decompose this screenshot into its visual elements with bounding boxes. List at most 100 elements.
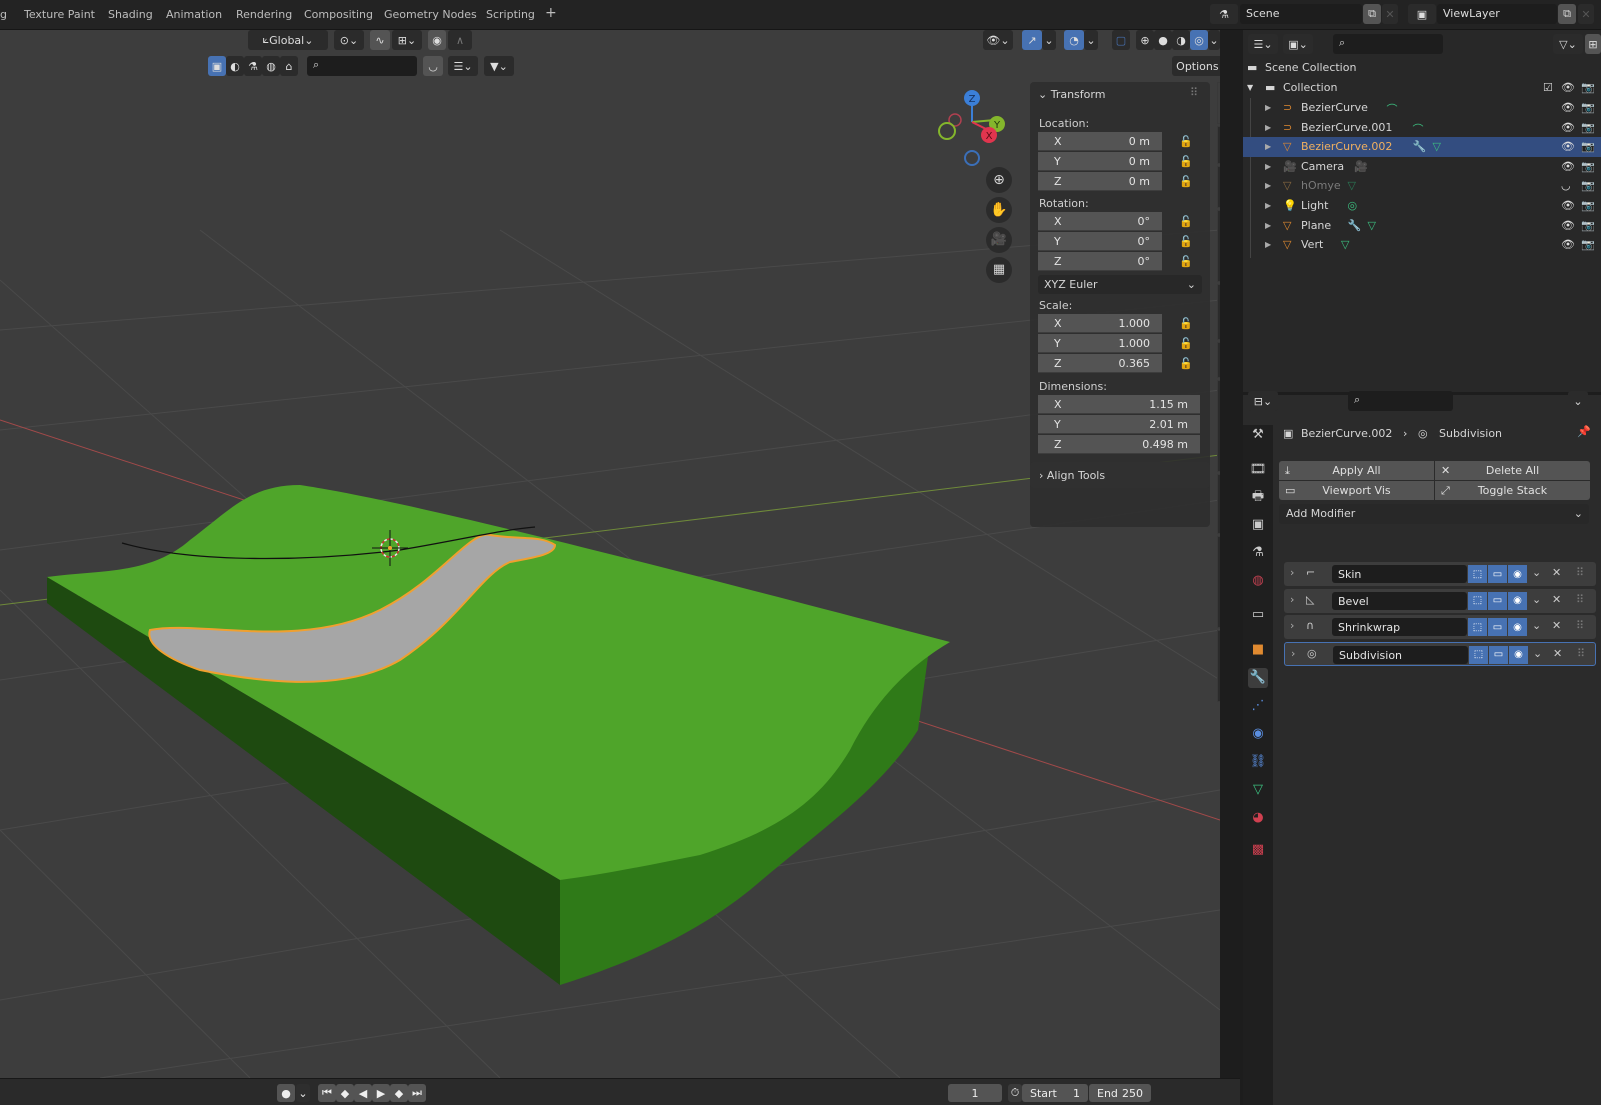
stopwatch-icon[interactable]: ⏱ [1008, 1084, 1022, 1102]
view-layer-filter-dropdown[interactable]: ▣⌄ [1283, 34, 1313, 54]
remove-modifier-button[interactable]: ✕ [1552, 566, 1561, 579]
jump-to-end-button[interactable]: ⏭ [408, 1084, 426, 1102]
constraints-properties-tab[interactable]: ⛓ [1248, 752, 1268, 772]
sidebar-tab-item[interactable]: Item [1217, 82, 1220, 124]
viewport-display-toggle[interactable]: ▭ [1488, 618, 1507, 636]
lock-icon[interactable]: 🔓 [1179, 337, 1193, 350]
view-layer-properties-tab[interactable]: ▣ [1248, 515, 1268, 535]
wireframe-shading-button[interactable]: ⊕ [1136, 30, 1154, 50]
outliner-item[interactable]: ▶ ▽ Plane 🔧 ▽ 👁 📷 [1243, 216, 1601, 236]
add-modifier-dropdown[interactable]: Add Modifier ⌄ [1279, 504, 1589, 524]
play-reverse-button[interactable]: ◀ [354, 1084, 372, 1102]
render-camera-icon[interactable]: 📷 [1581, 199, 1595, 212]
chevron-right-icon[interactable]: › [1291, 647, 1295, 660]
render-camera-icon[interactable]: 📷 [1581, 140, 1595, 153]
tool-properties-tab[interactable]: ⚒ [1248, 425, 1268, 445]
dimensions-y-field[interactable]: Y 2.01 m [1038, 415, 1200, 434]
outliner-item[interactable]: ▶ ⊃ BezierCurve ⌒ 👁 📷 [1243, 98, 1601, 118]
keying-dropdown[interactable]: ⌄ [296, 1084, 310, 1102]
modifier-panel[interactable]: › ◎ Subdivision ⬚ ▭ ◉ ⌄ ✕ ⠿ [1284, 641, 1596, 666]
expand-arrow-icon[interactable]: ▶ [1265, 142, 1271, 151]
filter-object-type-toggle[interactable]: ▣ [208, 56, 226, 76]
outliner-item[interactable]: ▶ 🎥 Camera 🎥 👁 📷 [1243, 157, 1601, 177]
expand-arrow-icon[interactable]: ▶ [1265, 221, 1271, 230]
eye-icon[interactable]: 👁 [1561, 238, 1575, 251]
mesh-data-icon[interactable]: ▽ [1341, 238, 1349, 251]
eye-closed-icon[interactable]: ◡ [1561, 179, 1571, 192]
perspective-toggle-button[interactable]: ▦ [986, 257, 1012, 283]
shading-dropdown[interactable]: ⌄ [1208, 30, 1220, 50]
rotation-x-field[interactable]: X 0° [1038, 212, 1162, 231]
render-camera-icon[interactable]: 📷 [1581, 101, 1595, 114]
dimensions-x-field[interactable]: X 1.15 m [1038, 395, 1200, 414]
editor-type-dropdown[interactable]: ⊟⌄ [1248, 391, 1278, 411]
edit-mode-toggle[interactable]: ⬚ [1468, 618, 1487, 636]
drag-handle-icon[interactable]: ⠿ [1576, 566, 1584, 579]
modifier-properties-tab[interactable]: 🔧 [1248, 668, 1268, 688]
camera-data-icon[interactable]: 🎥 [1354, 160, 1368, 173]
checkbox-checked-icon[interactable]: ☑ [1543, 81, 1553, 94]
edit-mode-toggle[interactable]: ⬚ [1468, 565, 1487, 583]
material-preview-button[interactable]: ◑ [1172, 30, 1190, 50]
lock-icon[interactable]: 🔓 [1179, 135, 1193, 148]
outliner-item-name[interactable]: BezierCurve [1301, 101, 1368, 114]
outliner-item-name[interactable]: Vert [1301, 238, 1323, 251]
snap-toggle[interactable]: ∿ [370, 30, 390, 50]
modifier-name-field[interactable]: Skin [1332, 565, 1467, 583]
display-mode-dropdown[interactable]: ☰⌄ [1248, 34, 1278, 54]
drag-handle-icon[interactable]: ⠿ [1576, 593, 1584, 606]
outliner-search-input[interactable]: ⌕ [1333, 34, 1443, 54]
modifier-options-dropdown[interactable]: ⌄ [1532, 619, 1541, 632]
location-y-field[interactable]: Y0 m [1038, 152, 1162, 171]
sidebar-tab-mixamo[interactable]: Mixamo [1217, 474, 1220, 534]
lock-icon[interactable]: 🔓 [1179, 175, 1193, 188]
material-properties-tab[interactable]: ◕ [1248, 808, 1268, 828]
lock-icon[interactable]: 🔓 [1179, 255, 1193, 268]
outliner-item[interactable]: ▶ ▽ BezierCurve.002 🔧 ▽ 👁 📷 [1243, 137, 1601, 158]
wrench-icon[interactable]: 🔧 [1413, 140, 1427, 153]
rotation-z-field[interactable]: Z 0° [1038, 252, 1162, 271]
curve-data-icon[interactable]: ⌒ [1413, 121, 1424, 137]
scene-properties-tab[interactable]: ⚗ [1248, 543, 1268, 563]
dimensions-z-field[interactable]: Z 0.498 m [1038, 435, 1200, 454]
sidebar-tab-edit[interactable]: Edit [1217, 342, 1220, 378]
modifier-options-dropdown[interactable]: ⌄ [1532, 593, 1541, 606]
current-frame-field[interactable]: 1 [948, 1084, 1002, 1102]
viewport-display-toggle[interactable]: ▭ [1489, 645, 1508, 664]
modifier-panel[interactable]: › ∩ Shrinkwrap ⬚ ▭ ◉ ⌄ ✕ ⠿ [1284, 615, 1596, 639]
workspace-tab-shading[interactable]: Shading [108, 8, 153, 21]
remove-modifier-button[interactable]: ✕ [1552, 619, 1561, 632]
play-button[interactable]: ▶ [372, 1084, 390, 1102]
eye-icon[interactable]: 👁 [1561, 140, 1575, 153]
gizmo-dropdown[interactable]: ⌄ [1042, 30, 1056, 50]
outliner-item-name[interactable]: hOmye [1301, 179, 1341, 192]
location-z-field[interactable]: Z0 m [1038, 172, 1162, 191]
modifier-name-field[interactable]: Bevel [1332, 591, 1467, 610]
chevron-right-icon[interactable]: › [1290, 619, 1294, 632]
world-properties-tab[interactable]: ◍ [1248, 571, 1268, 591]
view-layer-selector-button[interactable]: ▣ [1408, 4, 1436, 24]
viewport-display-toggle[interactable]: ▭ [1488, 591, 1507, 610]
prev-keyframe-button[interactable]: ◆ [336, 1084, 354, 1102]
modifier-name-field[interactable]: Shrinkwrap [1332, 618, 1467, 636]
render-toggle[interactable]: ◉ [1509, 645, 1528, 664]
sidebar-tab-view[interactable]: View [1217, 166, 1220, 208]
object-visibility-dropdown[interactable]: 👁⌄ [983, 30, 1013, 50]
new-collection-button[interactable]: ⊞ [1585, 34, 1601, 54]
material-icon[interactable]: ⚗ [244, 56, 262, 76]
delete-view-layer-button[interactable]: ✕ [1578, 4, 1594, 24]
texture-properties-tab[interactable]: ▩ [1248, 840, 1268, 860]
sidebar-tab-create[interactable]: Create [1217, 284, 1220, 340]
paint-brush-icon[interactable]: ⌂ [280, 56, 298, 76]
workspace-tab-partial[interactable]: g [0, 8, 7, 21]
outliner-filter-dropdown[interactable]: ▽⌄ [1553, 34, 1583, 54]
transform-panel-header[interactable]: ⌄ Transform [1038, 88, 1105, 101]
pin-icon[interactable]: 📌 [1577, 425, 1591, 438]
remove-modifier-button[interactable]: ✕ [1553, 647, 1562, 660]
modifier-panel[interactable]: › ⌐ Skin ⬚ ▭ ◉ ⌄ ✕ ⠿ [1284, 562, 1596, 586]
align-tools-panel-header[interactable]: › Align Tools [1030, 462, 1210, 488]
rotation-mode-dropdown[interactable]: XYZ Euler ⌄ [1038, 275, 1202, 294]
delete-scene-button[interactable]: ✕ [1382, 4, 1398, 24]
view-layer-name-field[interactable]: ViewLayer [1437, 4, 1557, 24]
show-overlays-toggle[interactable]: ◔ [1064, 30, 1084, 50]
